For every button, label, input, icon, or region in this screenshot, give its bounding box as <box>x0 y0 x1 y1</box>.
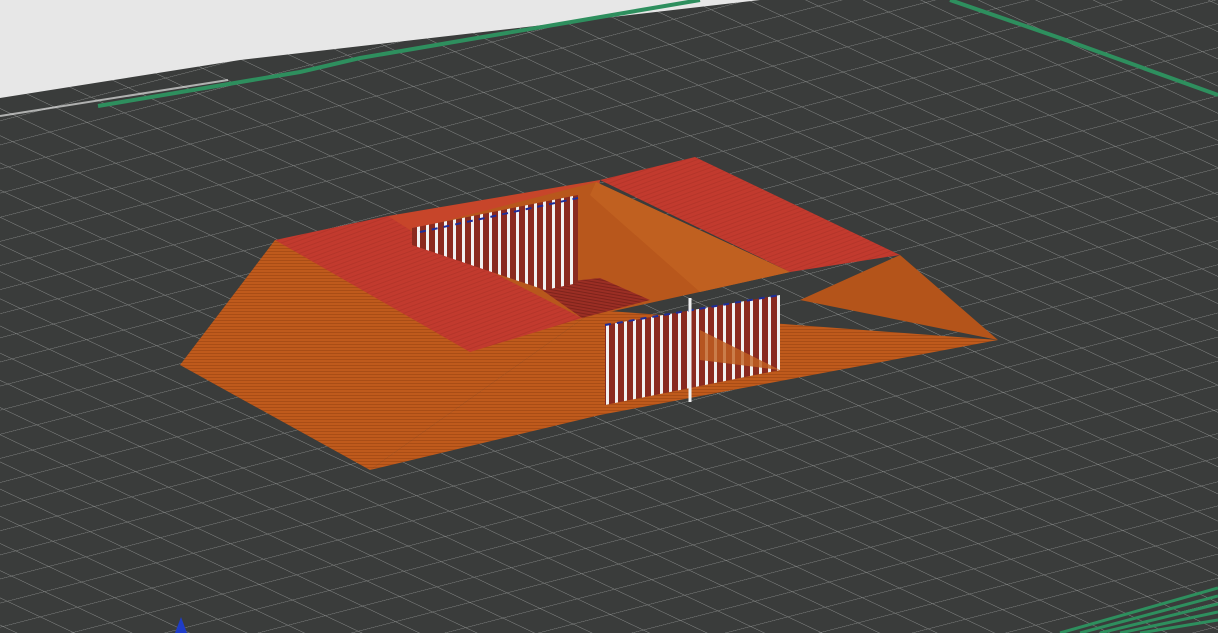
3d-viewport[interactable] <box>0 0 1218 633</box>
3d-scene[interactable] <box>0 0 1218 633</box>
